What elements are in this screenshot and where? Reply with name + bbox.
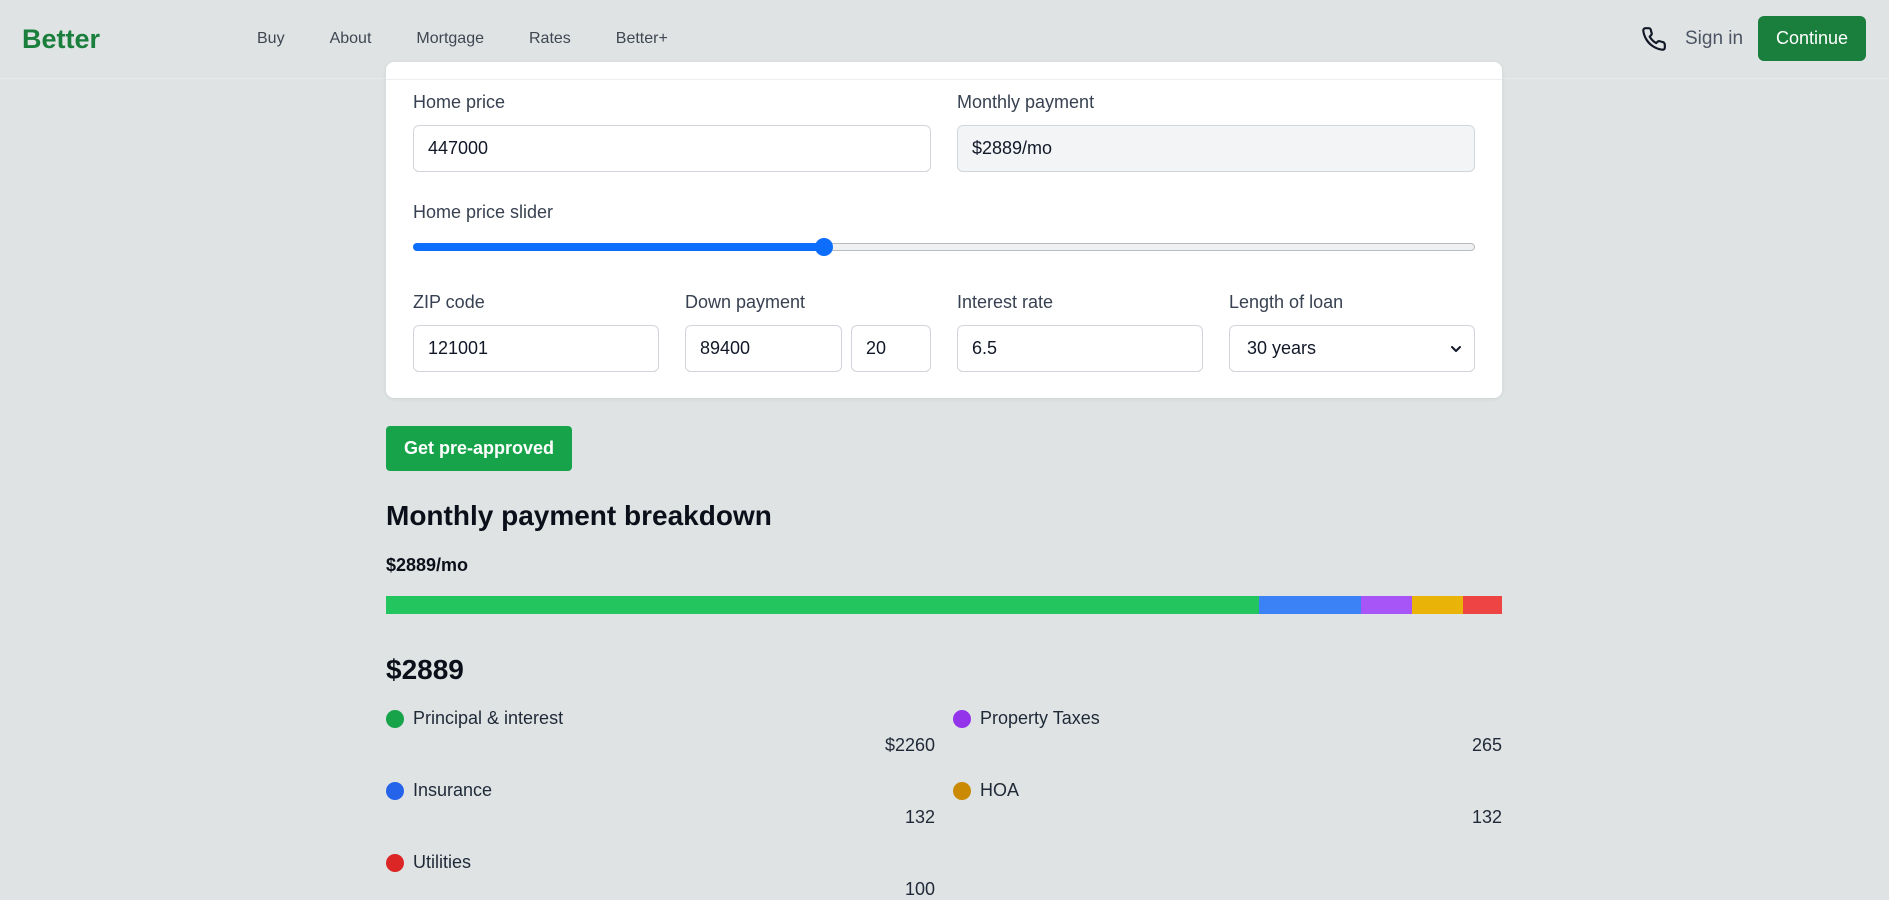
phone-icon[interactable] [1641, 26, 1667, 52]
chevron-down-icon [1451, 345, 1461, 352]
breakdown-bar-segment-4 [1463, 596, 1502, 614]
interest-rate-input[interactable]: 6.5 [957, 325, 1203, 372]
card-divider [386, 79, 1502, 80]
property-taxes-value: 265 [1471, 735, 1502, 755]
principal-interest-value: $2260 [884, 735, 935, 755]
nav-rates[interactable]: Rates [529, 30, 571, 48]
utilities-value: 100 [904, 879, 935, 899]
breakdown-bar-segment-2 [1361, 596, 1413, 614]
home-price-input[interactable]: 447000 [413, 125, 931, 172]
loan-length-select[interactable]: 30 years [1229, 325, 1475, 372]
get-pre-approved-button[interactable]: Get pre-approved [386, 426, 572, 471]
breakdown-bar-segment-1 [1259, 596, 1362, 614]
loan-length-value: 30 years [1247, 338, 1317, 358]
zip-code-label: ZIP code [413, 292, 485, 312]
brand-logo[interactable]: Better [22, 24, 100, 55]
sign-in-link[interactable]: Sign in [1685, 28, 1743, 50]
breakdown-total: $2889 [386, 654, 464, 685]
property-taxes-dot [953, 710, 971, 728]
down-payment-amount-input[interactable]: 89400 [685, 325, 842, 372]
hoa-label: HOA [980, 780, 1020, 800]
nav-about[interactable]: About [330, 30, 372, 48]
breakdown-monthly-amount: $2889/mo [386, 555, 469, 575]
nav-mortgage[interactable]: Mortgage [416, 30, 484, 48]
utilities-label: Utilities [413, 852, 472, 872]
insurance-value: 132 [904, 807, 935, 827]
property-taxes-label: Property Taxes [980, 708, 1100, 728]
home-price-slider-thumb[interactable] [814, 238, 833, 256]
loan-length-label: Length of loan [1229, 292, 1344, 312]
hoa-value: 132 [1471, 807, 1502, 827]
continue-button[interactable]: Continue [1758, 16, 1866, 61]
principal-interest-label: Principal & interest [413, 708, 564, 728]
nav-better-plus[interactable]: Better+ [616, 30, 668, 48]
monthly-payment-field: $2889/mo [957, 125, 1475, 172]
down-payment-label: Down payment [685, 292, 806, 312]
breakdown-bar-segment-0 [386, 596, 1260, 614]
principal-interest-dot [386, 710, 404, 728]
home-price-label: Home price [413, 92, 506, 112]
nav-buy[interactable]: Buy [257, 30, 285, 48]
insurance-label: Insurance [413, 780, 493, 800]
insurance-dot [386, 782, 404, 800]
interest-rate-label: Interest rate [957, 292, 1054, 312]
hoa-dot [953, 782, 971, 800]
breakdown-title: Monthly payment breakdown [386, 500, 772, 531]
home-price-slider-fill [413, 243, 824, 251]
monthly-payment-label: Monthly payment [957, 92, 1095, 112]
zip-code-input[interactable]: 121001 [413, 325, 659, 372]
utilities-dot [386, 854, 404, 872]
mortgage-calculator-card: Home price 447000 Monthly payment $2889/… [386, 62, 1502, 398]
home-price-slider-label: Home price slider [413, 202, 554, 222]
breakdown-bar-segment-3 [1412, 596, 1464, 614]
main-nav: Buy About Mortgage Rates Better+ [257, 30, 713, 48]
down-payment-percent-input[interactable]: 20 [851, 325, 931, 372]
payment-breakdown-bar [386, 596, 1502, 614]
